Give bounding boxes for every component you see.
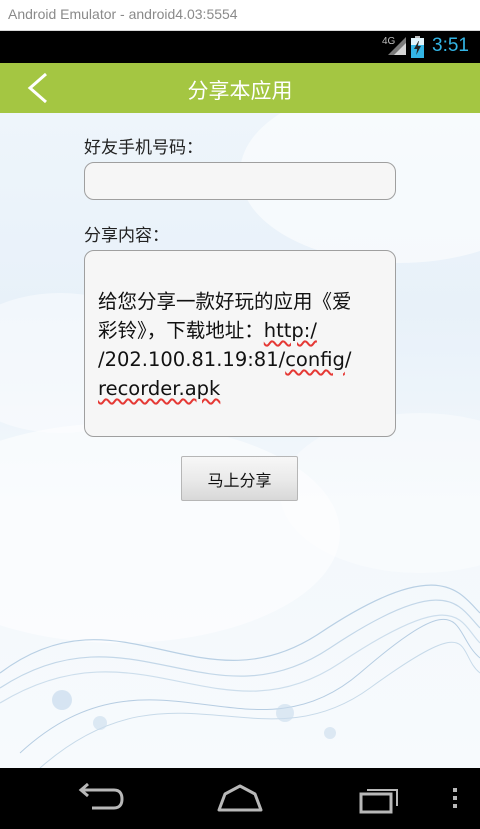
emulator-title: Android Emulator - android4.03:5554 (8, 6, 238, 22)
url-part-file: recorder.apk (98, 377, 221, 400)
share-now-button[interactable]: 马上分享 (181, 456, 298, 501)
recent-apps-icon[interactable] (355, 780, 405, 816)
background-art (0, 113, 480, 768)
navigation-bar (0, 768, 480, 829)
url-part-protocol: http:/ (263, 319, 317, 342)
url-part-slash: / (344, 348, 352, 371)
overflow-menu-icon[interactable] (448, 780, 462, 816)
share-content-field[interactable]: 给您分享一款好玩的应用《爱 彩铃》，下载地址：http:/ /202.100.8… (84, 250, 396, 437)
emulator-window: Android Emulator - android4.03:5554 4G 3… (0, 0, 480, 829)
url-part-config: config (285, 348, 345, 371)
back-arrow-icon[interactable] (76, 780, 126, 816)
emulator-title-bar: Android Emulator - android4.03:5554 (0, 0, 480, 31)
content-line-2: 彩铃》，下载地址： (98, 319, 264, 342)
app-bar: 分享本应用 (0, 63, 480, 113)
share-content-text: 给您分享一款好玩的应用《爱 彩铃》，下载地址：http:/ /202.100.8… (98, 287, 390, 403)
battery-charging-icon (411, 36, 424, 58)
url-part-host: /202.100.81.19:81/ (98, 348, 286, 371)
signal-icon (388, 37, 406, 55)
phone-input[interactable] (84, 162, 396, 200)
status-clock: 3:51 (432, 35, 469, 56)
status-bar: 4G 3:51 (0, 31, 480, 63)
phone-label: 好友手机号码： (84, 138, 203, 158)
content-label: 分享内容： (84, 226, 169, 246)
share-form: 好友手机号码： 分享内容： 给您分享一款好玩的应用《爱 彩铃》，下载地址：htt… (0, 113, 480, 768)
home-icon[interactable] (215, 780, 265, 816)
content-line-1: 给您分享一款好玩的应用《爱 (98, 290, 352, 313)
page-title: 分享本应用 (187, 79, 293, 103)
